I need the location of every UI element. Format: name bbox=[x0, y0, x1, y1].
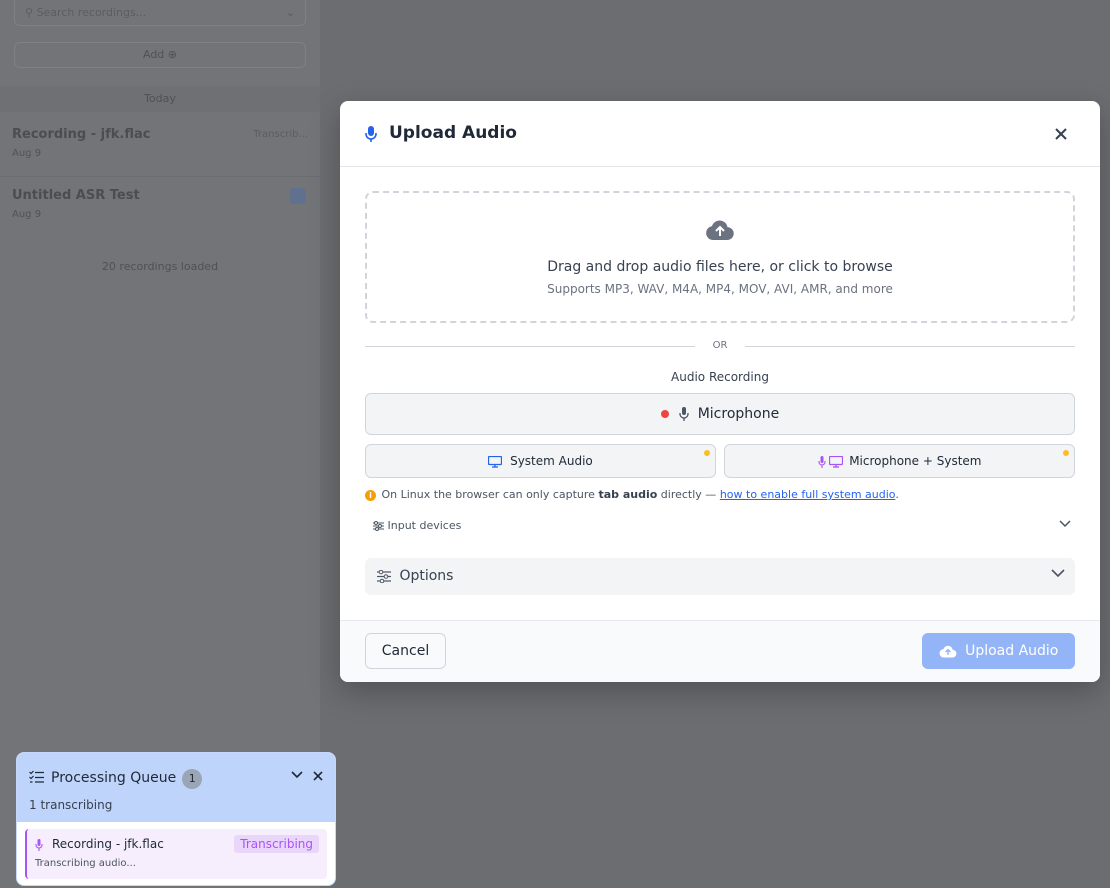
microphone-icon bbox=[679, 407, 689, 421]
modal-footer: Cancel Upload Audio bbox=[340, 620, 1100, 682]
microphone-icon bbox=[817, 455, 826, 468]
chevron-down-icon bbox=[1059, 520, 1071, 528]
dropzone-sub-text: Supports MP3, WAV, M4A, MP4, MOV, AVI, A… bbox=[547, 282, 893, 296]
queue-item-detail: Transcribing audio... bbox=[35, 858, 136, 869]
record-dot-icon bbox=[660, 410, 669, 418]
system-audio-button[interactable]: System Audio bbox=[365, 444, 716, 478]
or-divider: OR bbox=[365, 339, 1075, 353]
status-badge: Transcribing bbox=[234, 835, 319, 853]
cloud-upload-icon bbox=[939, 645, 957, 658]
cloud-upload-icon bbox=[706, 220, 734, 241]
warning-dot bbox=[704, 450, 710, 456]
dropzone-main-text: Drag and drop audio files here, or click… bbox=[547, 259, 893, 275]
queue-count-badge: 1 bbox=[182, 769, 203, 789]
audio-recording-label: Audio Recording bbox=[671, 370, 769, 384]
cancel-button[interactable]: Cancel bbox=[365, 633, 446, 669]
enable-system-audio-link[interactable]: how to enable full system audio bbox=[720, 488, 896, 501]
upload-audio-button[interactable]: Upload Audio bbox=[922, 633, 1075, 669]
status-dot bbox=[290, 188, 306, 204]
processing-queue-panel: Processing Queue 1 1 transcribing Recordi… bbox=[16, 752, 336, 886]
monitor-icon bbox=[829, 455, 844, 468]
options-toggle[interactable]: Options bbox=[365, 558, 1075, 595]
queue-title: Processing Queue 1 bbox=[51, 769, 203, 789]
queue-header: Processing Queue 1 1 transcribing bbox=[17, 753, 335, 822]
input-devices-toggle[interactable]: Input devices bbox=[365, 515, 1075, 539]
close-icon[interactable] bbox=[1052, 125, 1070, 143]
chevron-down-icon: ⌄ bbox=[285, 6, 295, 19]
chevron-down-icon[interactable] bbox=[291, 771, 303, 779]
monitor-icon bbox=[488, 455, 503, 468]
queue-subtitle: 1 transcribing bbox=[29, 798, 113, 812]
list-check-icon bbox=[29, 770, 44, 783]
upload-audio-modal: Upload Audio Drag and drop audio files h… bbox=[340, 101, 1100, 682]
background-search-input: ⚲ Search recordings... ⌄ bbox=[14, 0, 306, 26]
search-icon: ⚲ bbox=[25, 6, 34, 19]
modal-header: Upload Audio bbox=[340, 101, 1100, 167]
microphone-icon bbox=[365, 126, 377, 142]
warning-dot bbox=[1063, 450, 1069, 456]
close-icon[interactable] bbox=[313, 771, 323, 781]
modal-title: Upload Audio bbox=[389, 123, 517, 143]
background-divider bbox=[0, 176, 320, 177]
sliders-icon bbox=[373, 521, 384, 531]
info-icon: i bbox=[365, 489, 376, 501]
queue-item-name: Recording - jfk.flac bbox=[52, 837, 164, 851]
background-recording-item: Recording - jfk.flac Transcrib... Aug 9 bbox=[12, 127, 308, 159]
file-dropzone[interactable]: Drag and drop audio files here, or click… bbox=[365, 191, 1075, 323]
background-count-label: 20 recordings loaded bbox=[101, 260, 219, 273]
linux-note: i On Linux the browser can only capture … bbox=[365, 488, 899, 501]
queue-item[interactable]: Recording - jfk.flac Transcribing Transc… bbox=[25, 829, 327, 879]
sliders-icon bbox=[377, 569, 391, 583]
chevron-down-icon bbox=[1051, 569, 1065, 578]
microphone-system-button[interactable]: Microphone + System bbox=[724, 444, 1075, 478]
microphone-button[interactable]: Microphone bbox=[365, 393, 1075, 435]
background-section-label: Today bbox=[0, 86, 320, 112]
background-add-button: Add ⊕ bbox=[14, 42, 306, 68]
microphone-icon bbox=[35, 839, 43, 851]
background-recording-item: Untitled ASR Test Aug 9 bbox=[12, 188, 308, 220]
